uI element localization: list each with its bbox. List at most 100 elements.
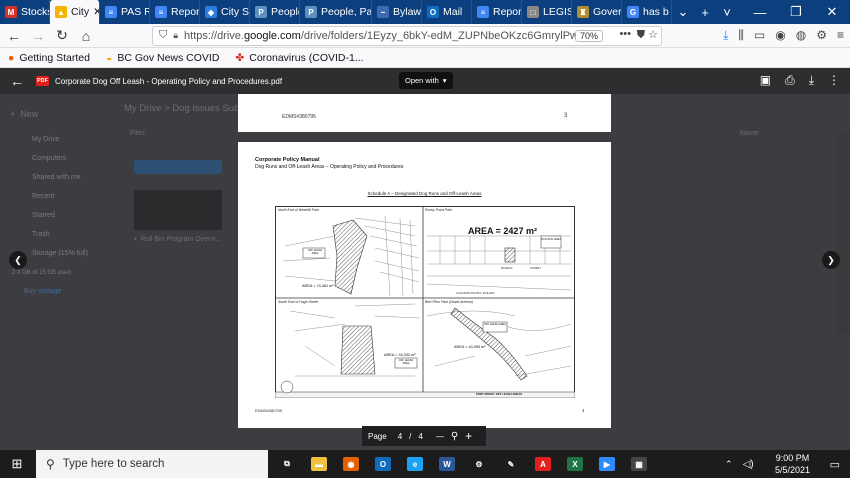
- taskbar-app-button[interactable]: ✎: [498, 450, 524, 478]
- taskbar-search-box[interactable]: ⚲ Type here to search: [36, 450, 268, 478]
- drive-breadcrumb: My Drive > Dog Issues Sub C: [124, 103, 249, 114]
- new-tab-button[interactable]: +: [694, 5, 716, 20]
- extension-icon[interactable]: ◍: [796, 28, 806, 43]
- taskbar-app-button[interactable]: X: [562, 450, 588, 478]
- browser-tab[interactable]: P People: [250, 0, 300, 24]
- tab-label: Stocks: [21, 6, 50, 18]
- extension-icon-2[interactable]: ⚙: [816, 28, 827, 43]
- file-thumbnail: [134, 190, 222, 230]
- shield-icon[interactable]: ⛉: [159, 29, 167, 42]
- tab-favicon-icon: ♜: [577, 6, 589, 18]
- download-icon[interactable]: ⤓: [809, 73, 814, 88]
- browser-tab[interactable]: ≡ Report: [472, 0, 522, 24]
- tag-hugh-street: OFF LEASH AREA: [398, 359, 414, 365]
- browser-tab[interactable]: P People, Pa: [300, 0, 372, 24]
- zoom-level-button[interactable]: 70%: [574, 29, 603, 42]
- more-options-icon[interactable]: ⋮: [828, 73, 840, 88]
- navigation-bar: ← → ↻ ⌂ ⛉ 🔒︎ https://drive.google.com/dr…: [0, 24, 850, 48]
- nav-trash: Trash: [32, 231, 50, 238]
- browser-tab[interactable]: O Mail: [422, 0, 472, 24]
- browser-tab[interactable]: M Stocks: [0, 0, 50, 24]
- url-bar[interactable]: ⛉ 🔒︎ https://drive.google.com/drive/fold…: [152, 25, 662, 46]
- notifications-icon[interactable]: ▭: [830, 458, 840, 471]
- taskbar-app-button[interactable]: ⧉: [274, 450, 300, 478]
- minimize-button[interactable]: —: [742, 5, 778, 20]
- tab-label: Bylaw: [393, 6, 422, 18]
- back-arrow-icon[interactable]: ←: [10, 73, 24, 89]
- browser-tab[interactable]: Ghas b: [622, 0, 672, 24]
- tab-favicon-icon: P: [305, 6, 317, 18]
- tab-label: People, Pa: [321, 6, 372, 18]
- taskbar-app-button[interactable]: ▦: [626, 450, 652, 478]
- windows-start-icon[interactable]: ⊞: [0, 456, 34, 472]
- task-view-icon: ⧉: [279, 457, 295, 471]
- current-page-input[interactable]: 4: [398, 432, 402, 441]
- taskbar-app-button[interactable]: ◉: [338, 450, 364, 478]
- zoom-out-button[interactable]: —: [436, 432, 444, 441]
- nav-my-drive: My Drive: [32, 136, 60, 143]
- calculator-icon: ▦: [631, 457, 647, 471]
- map-label-murray: MURRAY: [501, 266, 513, 270]
- page-actions-icon[interactable]: •••: [619, 28, 631, 40]
- drive-sidebar: My Drive Computers Shared with me Recent…: [0, 94, 120, 324]
- lock-icon[interactable]: 🔒︎: [173, 30, 178, 41]
- bookmark-getting-started[interactable]: ● Getting Started: [8, 52, 90, 64]
- menu-icon[interactable]: ≡: [837, 28, 844, 43]
- browser-tab[interactable]: ▲ City✕: [50, 0, 100, 24]
- print-icon[interactable]: ⎙: [785, 73, 795, 88]
- list-all-tabs-button[interactable]: ⌄: [672, 4, 694, 20]
- browser-tab[interactable]: ≡ Report: [150, 0, 200, 24]
- tab-favicon-icon: ≡: [155, 6, 167, 18]
- speaker-icon[interactable]: ◁): [743, 459, 754, 470]
- tab-label: Mail: [443, 6, 463, 18]
- taskbar-app-button[interactable]: A: [530, 450, 556, 478]
- open-with-button[interactable]: Open with ▾: [399, 72, 453, 89]
- tab-label: PAS Re: [121, 6, 149, 18]
- browser-tab[interactable]: ~ Bylaw: [372, 0, 422, 24]
- taskbar-app-button[interactable]: ⚙: [466, 450, 492, 478]
- tab-menu-chevron[interactable]: ˅: [716, 5, 738, 20]
- bookmark-coronavirus[interactable]: ✤ Coronavirus (COVID-1...: [235, 52, 363, 64]
- tab-favicon-icon: ~: [377, 6, 389, 18]
- maple-leaf-icon: ✤: [235, 51, 245, 64]
- reload-icon[interactable]: ↻: [54, 27, 70, 44]
- zoom-in-button[interactable]: +: [465, 429, 472, 443]
- taskbar-clock[interactable]: 9:00 PM 5/5/2021: [775, 452, 810, 476]
- show-hidden-icons-icon[interactable]: ⌃: [725, 459, 733, 470]
- maximize-button[interactable]: ❐: [778, 4, 814, 20]
- pocket-icon[interactable]: ⛊: [637, 29, 645, 42]
- nav-computers: Computers: [32, 155, 67, 162]
- browser-tab[interactable]: ◆ City S: [200, 0, 250, 24]
- taskbar-app-button[interactable]: W: [434, 450, 460, 478]
- next-file-button[interactable]: ❯: [822, 251, 840, 269]
- tab-favicon-icon: ▲: [55, 6, 67, 18]
- library-icon[interactable]: ⫼: [738, 28, 744, 43]
- add-comment-icon[interactable]: ▣: [760, 73, 771, 88]
- browser-tab[interactable]: ≡ PAS Re: [100, 0, 150, 24]
- nav-starred: Starred: [32, 212, 55, 219]
- forward-icon[interactable]: →: [30, 28, 46, 44]
- account-icon[interactable]: ◉: [775, 28, 785, 43]
- downloads-icon[interactable]: ⤓: [723, 28, 728, 43]
- sidebar-icon[interactable]: ▭: [754, 28, 765, 43]
- home-icon[interactable]: ⌂: [78, 28, 94, 44]
- magnifier-icon: ⚲: [450, 430, 459, 442]
- close-tab-icon[interactable]: ✕: [93, 6, 99, 18]
- taskbar-app-button[interactable]: ▶: [594, 450, 620, 478]
- bookmark-star-icon[interactable]: ☆: [648, 28, 658, 41]
- search-placeholder: Type here to search: [62, 458, 165, 470]
- browser-tab[interactable]: □ LEGIS: [522, 0, 572, 24]
- previous-file-button[interactable]: ❮: [9, 251, 27, 269]
- tab-label: Report: [171, 6, 200, 18]
- taskbar-app-button[interactable]: e: [402, 450, 428, 478]
- taskbar-app-button[interactable]: O: [370, 450, 396, 478]
- close-window-button[interactable]: ✕: [814, 4, 850, 20]
- back-icon[interactable]: ←: [6, 28, 22, 44]
- page-separator: /: [409, 431, 412, 441]
- file-title: Corporate Dog Off Leash - Operating Poli…: [55, 76, 283, 86]
- taskbar-app-button[interactable]: ▬: [306, 450, 332, 478]
- page-controls: Page 4 / 4 — ⚲ +: [362, 426, 486, 446]
- bookmark-bc-gov-news[interactable]: ◒ BC Gov News COVID: [106, 52, 219, 64]
- browser-tab[interactable]: ♜ Gover: [572, 0, 622, 24]
- acrobat-icon: A: [535, 457, 551, 471]
